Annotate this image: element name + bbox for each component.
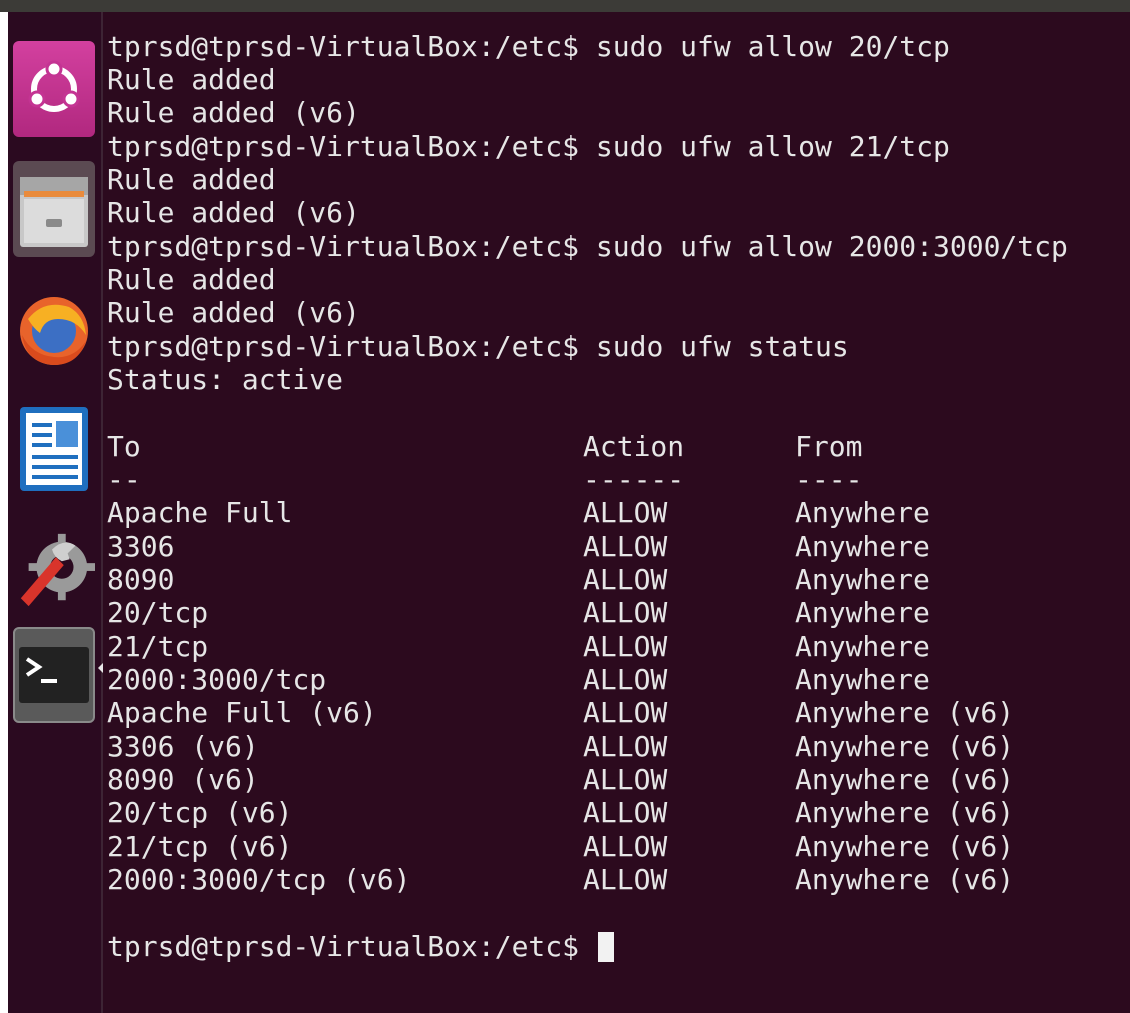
top-bar bbox=[0, 0, 1130, 12]
table-cell-to: 21/tcp (v6) bbox=[107, 830, 293, 863]
terminal-icon bbox=[13, 627, 95, 723]
table-cell-to: 8090 (v6) bbox=[107, 763, 259, 796]
libreoffice-writer-icon bbox=[13, 401, 95, 497]
table-cell-from: Anywhere (v6) bbox=[795, 863, 1015, 896]
table-cell-from: Anywhere bbox=[795, 596, 930, 629]
table-cell-from: Anywhere bbox=[795, 496, 930, 529]
unity-launcher bbox=[8, 12, 104, 1013]
table-cell-from: Anywhere (v6) bbox=[795, 696, 1015, 729]
table-cell-action: ALLOW bbox=[583, 730, 668, 763]
table-cell-to: 8090 bbox=[107, 563, 175, 596]
table-cell-to: 20/tcp bbox=[107, 596, 209, 629]
launcher-item-dash[interactable] bbox=[8, 34, 100, 144]
table-cell-to: Apache Full bbox=[107, 496, 293, 529]
table-cell-action: ALLOW bbox=[583, 630, 668, 663]
table-cell-from: Anywhere bbox=[795, 563, 930, 596]
table-cell-action: ALLOW bbox=[583, 596, 668, 629]
launcher-item-files[interactable] bbox=[8, 154, 100, 264]
table-cell-action: ALLOW bbox=[583, 763, 668, 796]
terminal-line: Rule added bbox=[107, 63, 276, 96]
terminal-line: Rule added bbox=[107, 163, 276, 196]
table-cell-action: ALLOW bbox=[583, 696, 668, 729]
terminal-window[interactable]: tprsd@tprsd-VirtualBox:/etc$ sudo ufw al… bbox=[103, 12, 1130, 1013]
terminal-line: Rule added (v6) bbox=[107, 296, 360, 329]
table-cell-action: ALLOW bbox=[583, 830, 668, 863]
table-cell-from: Anywhere bbox=[795, 530, 930, 563]
ubuntu-logo-icon bbox=[13, 41, 95, 137]
table-header-action: Action bbox=[583, 430, 685, 463]
table-cell-from: Anywhere (v6) bbox=[795, 830, 1015, 863]
terminal-prompt-line[interactable]: tprsd@tprsd-VirtualBox:/etc$ bbox=[107, 930, 614, 964]
table-cell-action: ALLOW bbox=[583, 796, 668, 829]
table-header-to: To bbox=[107, 430, 141, 463]
table-cell-to: Apache Full (v6) bbox=[107, 696, 377, 729]
table-cell-action: ALLOW bbox=[583, 496, 668, 529]
table-separator: ------ bbox=[583, 463, 685, 496]
table-separator: -- bbox=[107, 463, 141, 496]
system-settings-icon bbox=[13, 521, 95, 617]
table-cell-from: Anywhere (v6) bbox=[795, 730, 1015, 763]
terminal-line: Rule added (v6) bbox=[107, 96, 360, 129]
table-cell-from: Anywhere bbox=[795, 663, 930, 696]
table-cell-action: ALLOW bbox=[583, 530, 668, 563]
table-separator: ---- bbox=[795, 463, 863, 496]
terminal-cursor bbox=[597, 932, 614, 962]
table-cell-from: Anywhere bbox=[795, 630, 930, 663]
table-cell-to: 2000:3000/tcp bbox=[107, 663, 327, 696]
terminal-line: tprsd@tprsd-VirtualBox:/etc$ sudo ufw al… bbox=[107, 30, 950, 63]
table-cell-action: ALLOW bbox=[583, 663, 668, 696]
table-cell-from: Anywhere (v6) bbox=[795, 796, 1015, 829]
terminal-line: tprsd@tprsd-VirtualBox:/etc$ sudo ufw al… bbox=[107, 230, 1068, 263]
table-cell-action: ALLOW bbox=[583, 563, 668, 596]
table-cell-from: Anywhere (v6) bbox=[795, 763, 1015, 796]
table-cell-to: 3306 bbox=[107, 530, 175, 563]
table-cell-to: 3306 (v6) bbox=[107, 730, 259, 763]
firefox-icon bbox=[13, 281, 95, 377]
terminal-line: Status: active bbox=[107, 363, 344, 396]
terminal-line: Rule added (v6) bbox=[107, 196, 360, 229]
table-cell-to: 21/tcp bbox=[107, 630, 209, 663]
launcher-item-settings[interactable] bbox=[8, 514, 100, 624]
terminal-line: tprsd@tprsd-VirtualBox:/etc$ sudo ufw st… bbox=[107, 330, 849, 363]
launcher-item-writer[interactable] bbox=[8, 394, 100, 504]
files-icon bbox=[13, 161, 95, 257]
table-header-from: From bbox=[795, 430, 863, 463]
table-cell-to: 2000:3000/tcp (v6) bbox=[107, 863, 411, 896]
launcher-item-terminal[interactable] bbox=[8, 620, 100, 730]
terminal-prompt: tprsd@tprsd-VirtualBox:/etc$ bbox=[107, 930, 580, 963]
table-cell-action: ALLOW bbox=[583, 863, 668, 896]
table-cell-to: 20/tcp (v6) bbox=[107, 796, 293, 829]
launcher-item-firefox[interactable] bbox=[8, 274, 100, 384]
terminal-line: Rule added bbox=[107, 263, 276, 296]
terminal-line: tprsd@tprsd-VirtualBox:/etc$ sudo ufw al… bbox=[107, 130, 950, 163]
